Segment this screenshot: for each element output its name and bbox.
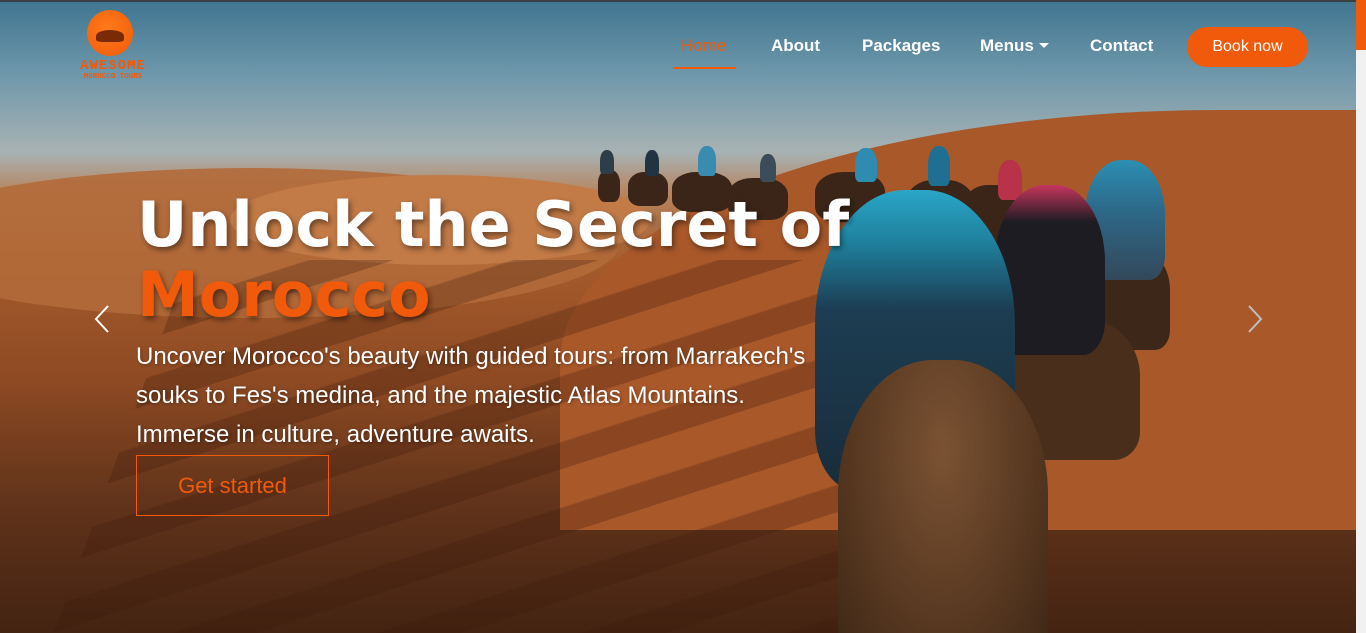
nav-item-packages[interactable]: Packages [862,36,940,56]
carousel-prev-button[interactable] [88,302,118,336]
hero-headline-line1: Unlock the Secret of [137,188,850,261]
logo-subtitle: MOROCCO TOURS [83,73,143,81]
chevron-right-icon [1248,305,1263,333]
hero-description: Uncover Morocco's beauty with guided tou… [136,343,806,448]
scrollbar-thumb[interactable] [1356,0,1366,50]
caravan-rider [600,150,614,174]
active-nav-underline [673,67,736,69]
caravan-rider [645,150,659,176]
top-border [0,0,1356,2]
nav-item-menus-label: Menus [980,36,1034,55]
logo-title: AWESOME [80,58,146,74]
caravan-rider [928,146,950,186]
nav-item-contact[interactable]: Contact [1090,36,1153,56]
foreground-camel [838,360,1048,633]
get-started-button[interactable]: Get started [136,455,329,516]
caravan-rider [698,146,716,176]
caret-down-icon [1038,43,1049,48]
main-nav: Home About Packages Menus Contact [0,36,1356,60]
caravan-rider [998,160,1022,200]
nav-item-about[interactable]: About [771,36,820,56]
chevron-left-icon [94,305,109,333]
hero-headline: Unlock the Secret of Morocco [137,190,849,330]
nav-item-menus[interactable]: Menus [980,36,1049,56]
caravan-rider [855,148,877,182]
nav-item-home[interactable]: Home [681,36,726,56]
hero-headline-accent: Morocco [137,258,431,331]
caravan-rider [760,154,776,182]
page-scrollbar[interactable] [1356,0,1366,633]
book-now-button[interactable]: Book now [1187,27,1308,67]
carousel-next-button[interactable] [1240,302,1270,336]
